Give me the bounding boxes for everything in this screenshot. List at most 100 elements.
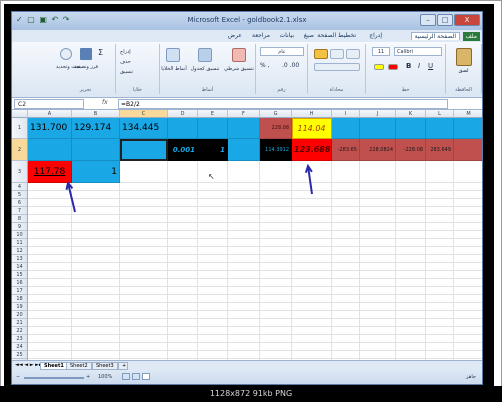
row-header-11[interactable]: 11 bbox=[12, 239, 28, 247]
percent-icon[interactable]: % , bbox=[260, 62, 270, 69]
cell-h23[interactable] bbox=[292, 335, 332, 343]
cell-k17[interactable] bbox=[396, 287, 426, 295]
cell-m22[interactable] bbox=[454, 327, 482, 335]
cell-j15[interactable] bbox=[360, 271, 396, 279]
cell-l2[interactable]: 283.649 bbox=[426, 139, 454, 161]
cell-f17[interactable] bbox=[228, 287, 260, 295]
cell-k22[interactable] bbox=[396, 327, 426, 335]
cell-m17[interactable] bbox=[454, 287, 482, 295]
cell-e4[interactable] bbox=[198, 183, 228, 191]
cell-a2[interactable] bbox=[28, 139, 72, 161]
cell-j20[interactable] bbox=[360, 311, 396, 319]
row-header-7[interactable]: 7 bbox=[12, 207, 28, 215]
cell-j8[interactable] bbox=[360, 215, 396, 223]
cell-f23[interactable] bbox=[228, 335, 260, 343]
cell-j17[interactable] bbox=[360, 287, 396, 295]
cell-f10[interactable] bbox=[228, 231, 260, 239]
row-header-12[interactable]: 12 bbox=[12, 247, 28, 255]
cell-c1[interactable]: 134.445 bbox=[120, 118, 168, 139]
zoom-slider[interactable] bbox=[24, 377, 84, 379]
row-header-18[interactable]: 18 bbox=[12, 295, 28, 303]
cell-j4[interactable] bbox=[360, 183, 396, 191]
paste-button[interactable]: لصق bbox=[446, 68, 481, 74]
cell-a15[interactable] bbox=[28, 271, 72, 279]
cell-b23[interactable] bbox=[72, 335, 120, 343]
cell-i5[interactable] bbox=[332, 191, 360, 199]
cell-c13[interactable] bbox=[120, 255, 168, 263]
cell-k24[interactable] bbox=[396, 343, 426, 351]
cell-h7[interactable] bbox=[292, 207, 332, 215]
maximize-button[interactable]: □ bbox=[437, 14, 453, 26]
tab-data[interactable]: بيانات bbox=[280, 32, 294, 39]
cell-g15[interactable] bbox=[260, 271, 292, 279]
cell-l5[interactable] bbox=[426, 191, 454, 199]
cell-e8[interactable] bbox=[198, 215, 228, 223]
find-select-icon[interactable] bbox=[60, 48, 72, 60]
cell-c6[interactable] bbox=[120, 199, 168, 207]
cell-b25[interactable] bbox=[72, 351, 120, 359]
cell-d5[interactable] bbox=[168, 191, 198, 199]
cell-b6[interactable] bbox=[72, 199, 120, 207]
cell-c19[interactable] bbox=[120, 303, 168, 311]
cell-b18[interactable] bbox=[72, 295, 120, 303]
cell-i11[interactable] bbox=[332, 239, 360, 247]
cell-c11[interactable] bbox=[120, 239, 168, 247]
cell-j18[interactable] bbox=[360, 295, 396, 303]
cell-g8[interactable] bbox=[260, 215, 292, 223]
column-header-c[interactable]: C bbox=[120, 110, 168, 118]
cell-l15[interactable] bbox=[426, 271, 454, 279]
cell-i13[interactable] bbox=[332, 255, 360, 263]
cell-g1[interactable]: 228.08 bbox=[260, 118, 292, 139]
cell-a16[interactable] bbox=[28, 279, 72, 287]
decimal-icon[interactable]: .0 .00 bbox=[282, 62, 299, 69]
cell-a5[interactable] bbox=[28, 191, 72, 199]
cell-e17[interactable] bbox=[198, 287, 228, 295]
cell-j12[interactable] bbox=[360, 247, 396, 255]
cell-d2[interactable]: 0.001 bbox=[168, 139, 198, 161]
cell-h16[interactable] bbox=[292, 279, 332, 287]
align-left-icon[interactable] bbox=[346, 49, 360, 59]
cell-e20[interactable] bbox=[198, 311, 228, 319]
number-format-select[interactable]: عام bbox=[260, 47, 304, 56]
cell-c3[interactable] bbox=[120, 161, 168, 183]
column-header-m[interactable]: M bbox=[454, 110, 482, 118]
cell-d6[interactable] bbox=[168, 199, 198, 207]
bold-icon[interactable]: B bbox=[406, 62, 411, 70]
cell-f22[interactable] bbox=[228, 327, 260, 335]
italic-icon[interactable]: I bbox=[418, 62, 420, 70]
cell-g3[interactable] bbox=[260, 161, 292, 183]
cell-f25[interactable] bbox=[228, 351, 260, 359]
conditional-format-button[interactable]: تنسيق شرطي bbox=[222, 66, 256, 72]
cell-e23[interactable] bbox=[198, 335, 228, 343]
cell-h4[interactable] bbox=[292, 183, 332, 191]
cell-i7[interactable] bbox=[332, 207, 360, 215]
cell-i16[interactable] bbox=[332, 279, 360, 287]
cell-c8[interactable] bbox=[120, 215, 168, 223]
cell-m7[interactable] bbox=[454, 207, 482, 215]
cell-m9[interactable] bbox=[454, 223, 482, 231]
cell-k2[interactable]: -228.08 bbox=[396, 139, 426, 161]
cell-d9[interactable] bbox=[168, 223, 198, 231]
cell-g23[interactable] bbox=[260, 335, 292, 343]
cell-l6[interactable] bbox=[426, 199, 454, 207]
fx-icon[interactable]: fx bbox=[102, 99, 108, 106]
cell-j13[interactable] bbox=[360, 255, 396, 263]
tab-formulas[interactable]: صيغ bbox=[304, 32, 314, 39]
page-break-view-icon[interactable] bbox=[122, 373, 130, 380]
cell-f7[interactable] bbox=[228, 207, 260, 215]
cell-f15[interactable] bbox=[228, 271, 260, 279]
cell-c18[interactable] bbox=[120, 295, 168, 303]
cell-d16[interactable] bbox=[168, 279, 198, 287]
cell-k9[interactable] bbox=[396, 223, 426, 231]
cell-c17[interactable] bbox=[120, 287, 168, 295]
cell-k10[interactable] bbox=[396, 231, 426, 239]
cell-h17[interactable] bbox=[292, 287, 332, 295]
cell-c25[interactable] bbox=[120, 351, 168, 359]
cell-c21[interactable] bbox=[120, 319, 168, 327]
font-color-icon[interactable] bbox=[388, 64, 398, 70]
cell-g18[interactable] bbox=[260, 295, 292, 303]
column-header-e[interactable]: E bbox=[198, 110, 228, 118]
cell-e24[interactable] bbox=[198, 343, 228, 351]
name-box[interactable]: C2 bbox=[14, 99, 84, 109]
cell-h24[interactable] bbox=[292, 343, 332, 351]
